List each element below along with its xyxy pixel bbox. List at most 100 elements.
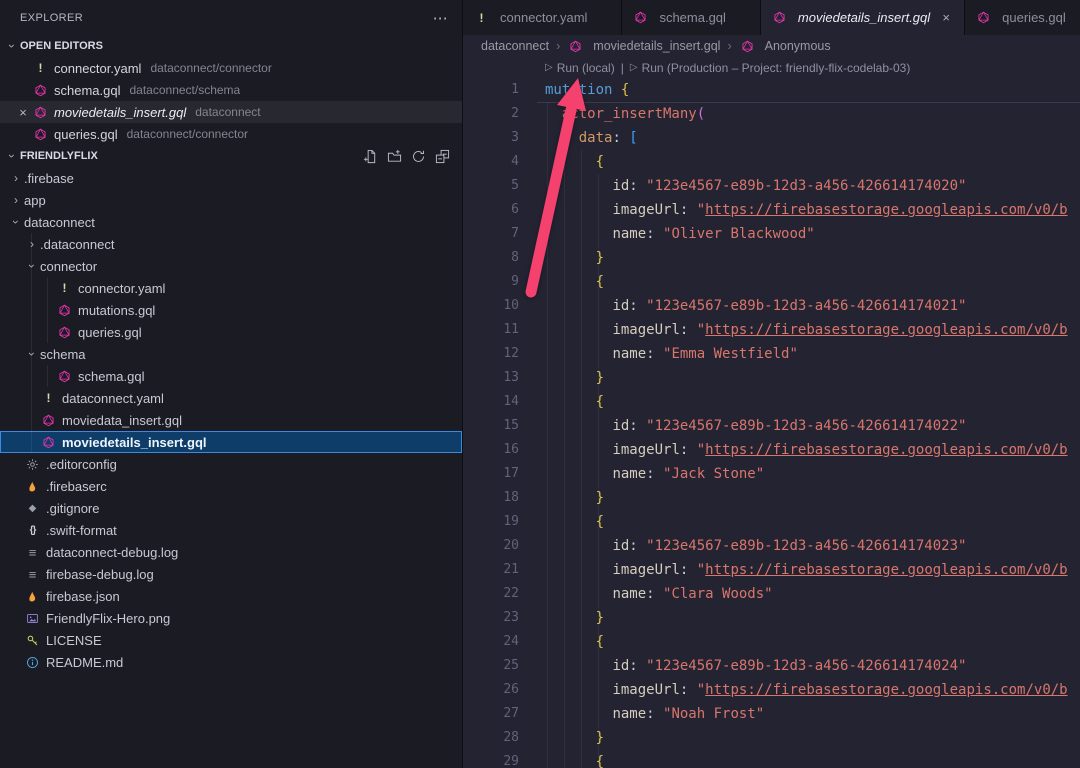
- project-section-header[interactable]: › FRIENDLYFLIX: [0, 145, 462, 167]
- file-label: schema.gql: [78, 369, 144, 384]
- tree-item-schema-gql[interactable]: schema.gql: [0, 365, 462, 387]
- code-text: }: [519, 486, 604, 510]
- chevron-down-icon: ›: [25, 258, 39, 274]
- code-line-22: 22 name: "Clara Woods": [463, 582, 1080, 606]
- tab-label: queries.gql: [1002, 10, 1066, 25]
- chevron-down-icon: ›: [25, 346, 39, 362]
- file-label: dataconnect-debug.log: [46, 545, 178, 560]
- line-number: 22: [463, 582, 519, 606]
- file-label: moviedata_insert.gql: [62, 413, 182, 428]
- open-editor-label: schema.gql: [54, 83, 120, 98]
- open-editor-item-connector-yaml[interactable]: !connector.yamldataconnect/connector: [0, 57, 462, 79]
- file-label: .firebaserc: [46, 479, 107, 494]
- file-label: .firebase: [24, 171, 74, 186]
- open-editor-item-queries-gql[interactable]: queries.gqldataconnect/connector: [0, 123, 462, 145]
- tree-item-app[interactable]: ›app: [0, 189, 462, 211]
- code-line-5: 5 id: "123e4567-e89b-12d3-a456-426614174…: [463, 174, 1080, 198]
- breadcrumb-item-moviedetails-insert-gql[interactable]: moviedetails_insert.gql: [567, 38, 720, 54]
- line-number: 26: [463, 678, 519, 702]
- tab-label: schema.gql: [659, 10, 725, 25]
- tree-item-connector[interactable]: ›connector: [0, 255, 462, 277]
- code-text: imageUrl: "https://firebasestorage.googl…: [519, 438, 1068, 462]
- breadcrumb-item-dataconnect[interactable]: dataconnect: [481, 39, 549, 53]
- section-action-icons: [363, 149, 462, 164]
- tree-item-dataconnect[interactable]: ›dataconnect: [0, 211, 462, 233]
- code-line-27: 27 name: "Noah Frost": [463, 702, 1080, 726]
- warning-icon: !: [473, 10, 490, 26]
- code-text: }: [519, 606, 604, 630]
- tree-item-gitignore[interactable]: ◆.gitignore: [0, 497, 462, 519]
- line-number: 15: [463, 414, 519, 438]
- tree-item-moviedetails-insert-gql[interactable]: moviedetails_insert.gql: [0, 431, 462, 453]
- new-file-icon[interactable]: [363, 149, 378, 164]
- code-line-2: 2 actor_insertMany(: [463, 102, 1080, 126]
- graphql-icon: [567, 38, 584, 54]
- file-label: .gitignore: [46, 501, 99, 516]
- tree-item-dataconnect[interactable]: ›.dataconnect: [0, 233, 462, 255]
- explorer-title: EXPLORER: [20, 12, 83, 24]
- collapse-all-icon[interactable]: [435, 149, 450, 164]
- line-number: 24: [463, 630, 519, 654]
- code-line-4: 4 {: [463, 150, 1080, 174]
- tree-item-moviedata-insert-gql[interactable]: moviedata_insert.gql: [0, 409, 462, 431]
- code-line-14: 14 {: [463, 390, 1080, 414]
- tab-queries-gql[interactable]: queries.gql: [965, 0, 1080, 35]
- indent-guide: [564, 126, 565, 768]
- open-editor-item-moviedetails-insert-gql[interactable]: ×moviedetails_insert.gqldataconnect: [0, 101, 462, 123]
- tree-item-dataconnect-debug-log[interactable]: ≡dataconnect-debug.log: [0, 541, 462, 563]
- tree-indent-guide: [47, 299, 48, 321]
- open-editor-label: connector.yaml: [54, 61, 141, 76]
- more-actions-icon[interactable]: ⋯: [433, 9, 448, 27]
- tab-moviedetails-insert-gql[interactable]: moviedetails_insert.gql×: [761, 0, 965, 35]
- tree-item-firebase-debug-log[interactable]: ≡firebase-debug.log: [0, 563, 462, 585]
- graphql-icon: [56, 324, 73, 340]
- refresh-icon[interactable]: [411, 149, 426, 164]
- chevron-down-icon: ›: [9, 214, 23, 230]
- new-folder-icon[interactable]: [387, 149, 402, 164]
- open-editors-header[interactable]: › OPEN EDITORS: [0, 35, 462, 57]
- tree-item-dataconnect-yaml[interactable]: ! dataconnect.yaml: [0, 387, 462, 409]
- file-label: LICENSE: [46, 633, 102, 648]
- tree-item-queries-gql[interactable]: queries.gql: [0, 321, 462, 343]
- open-editor-path: dataconnect/connector: [150, 61, 271, 75]
- run-production-link[interactable]: ▷ Run (Production – Project: friendly-fl…: [630, 61, 911, 75]
- breadcrumb-item-anonymous[interactable]: Anonymous: [739, 38, 831, 54]
- open-editor-item-schema-gql[interactable]: schema.gqldataconnect/schema: [0, 79, 462, 101]
- file-label: .swift-format: [46, 523, 117, 538]
- tree-item-schema[interactable]: ›schema: [0, 343, 462, 365]
- chevron-right-icon: ›: [8, 193, 24, 207]
- tree-indent-guide: [31, 431, 32, 453]
- tree-item-license[interactable]: LICENSE: [0, 629, 462, 651]
- code-text: }: [519, 246, 604, 270]
- chevron-right-icon: ›: [8, 171, 24, 185]
- close-icon[interactable]: ×: [938, 10, 954, 25]
- file-label: mutations.gql: [78, 303, 155, 318]
- line-number: 29: [463, 750, 519, 768]
- tree-item-firebase-json[interactable]: firebase.json: [0, 585, 462, 607]
- open-editors-list: !connector.yamldataconnect/connectorsche…: [0, 57, 462, 145]
- tab-connector-yaml[interactable]: !connector.yaml: [463, 0, 622, 35]
- code-line-3: 3 data: [: [463, 126, 1080, 150]
- code-text: data: [: [519, 126, 638, 150]
- close-icon[interactable]: ×: [14, 105, 32, 120]
- tree-item-mutations-gql[interactable]: mutations.gql: [0, 299, 462, 321]
- tree-item-swift-format[interactable]: {} .swift-format: [0, 519, 462, 541]
- tree-item-editorconfig[interactable]: .editorconfig: [0, 453, 462, 475]
- open-editor-path: dataconnect/connector: [127, 127, 248, 141]
- tree-item-firebaserc[interactable]: .firebaserc: [0, 475, 462, 497]
- breadcrumb-separator: ›: [556, 39, 560, 53]
- open-editors-label: OPEN EDITORS: [20, 40, 103, 52]
- warning-icon: !: [40, 390, 57, 406]
- code-editor[interactable]: 1mutation {2 actor_insertMany(3 data: [4…: [463, 78, 1080, 768]
- run-local-link[interactable]: ▷ Run (local): [545, 61, 615, 75]
- tree-item-friendlyflix-hero-png[interactable]: FriendlyFlix-Hero.png: [0, 607, 462, 629]
- tab-schema-gql[interactable]: schema.gql: [622, 0, 760, 35]
- tree-item-readme-md[interactable]: README.md: [0, 651, 462, 673]
- tree-indent-guide: [47, 277, 48, 299]
- file-label: dataconnect.yaml: [62, 391, 164, 406]
- code-line-11: 11 imageUrl: "https://firebasestorage.go…: [463, 318, 1080, 342]
- braces-icon: {}: [24, 522, 41, 538]
- tree-item-firebase[interactable]: ›.firebase: [0, 167, 462, 189]
- gear-icon: [24, 456, 41, 472]
- tree-item-connector-yaml[interactable]: !connector.yaml: [0, 277, 462, 299]
